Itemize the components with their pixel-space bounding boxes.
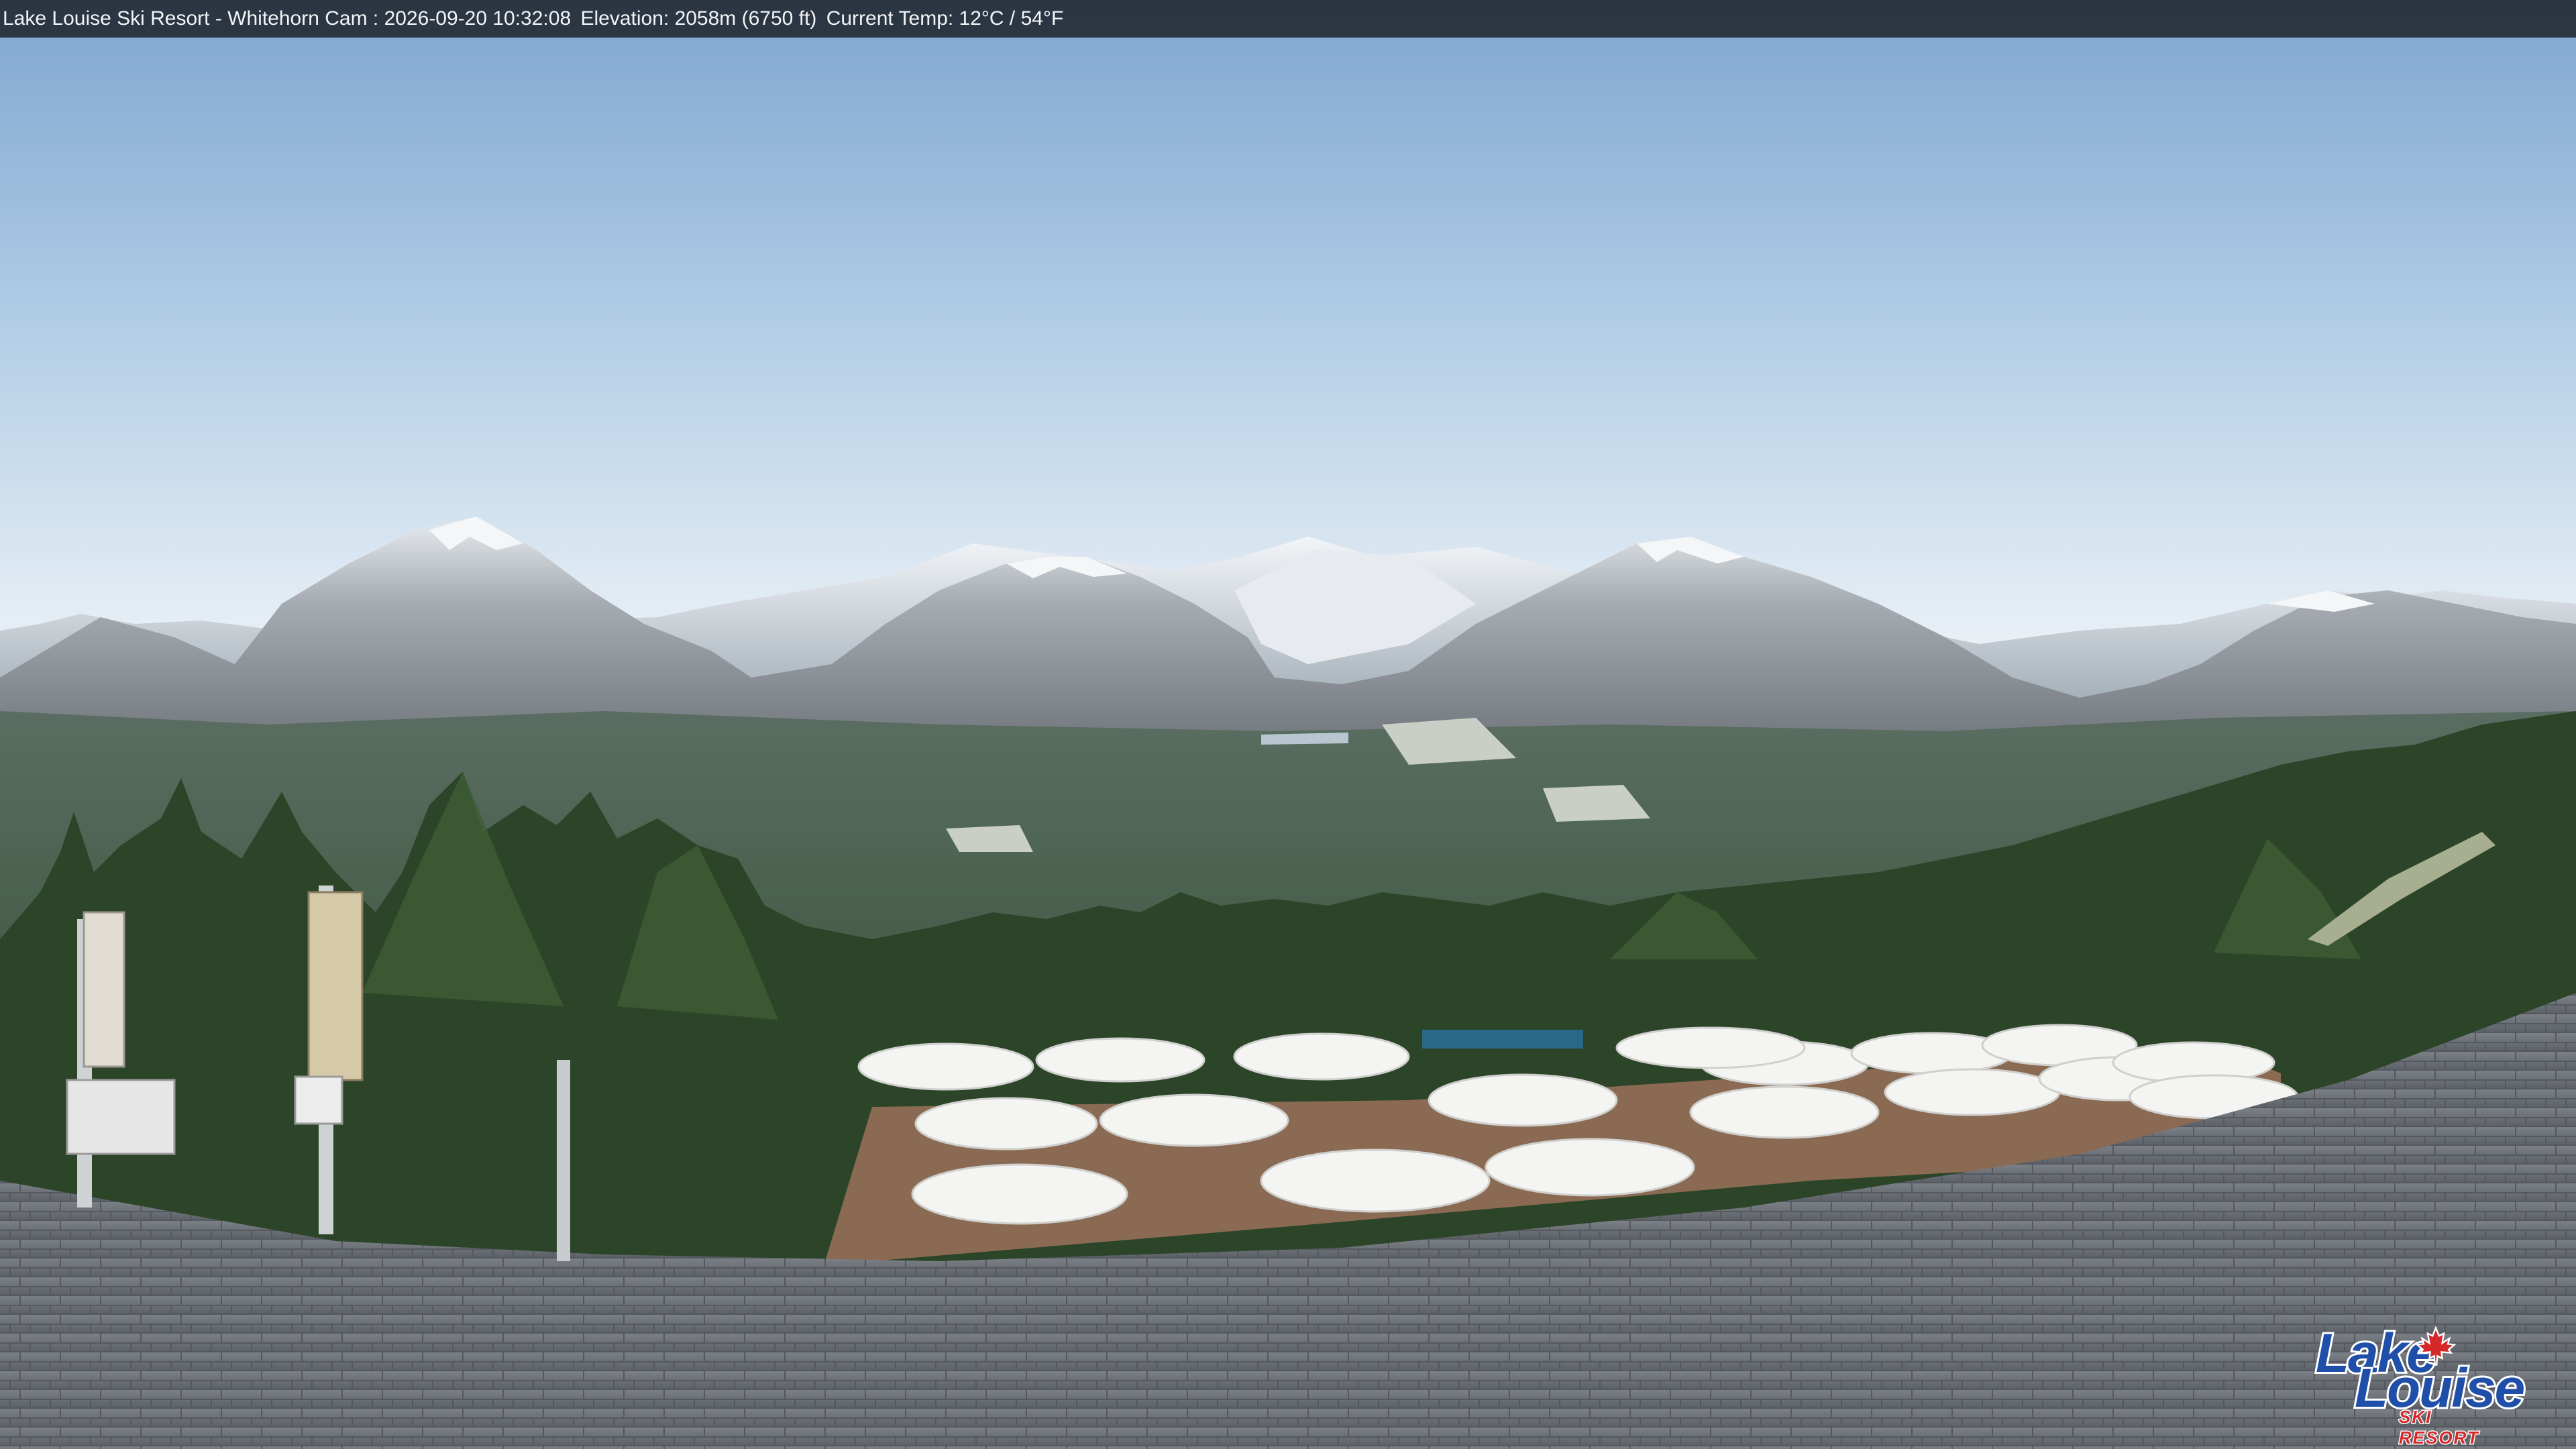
- webcam-scene: [0, 0, 2576, 1449]
- elevation-readout: Elevation: 2058m (6750 ft): [580, 7, 817, 30]
- lake: [1261, 733, 1348, 745]
- temperature-readout: Current Temp: 12°C / 54°F: [826, 7, 1064, 30]
- deck-sign: [1422, 1030, 1583, 1049]
- camera-info-bar: Lake Louise Ski Resort - Whitehorn Cam :…: [0, 0, 2576, 38]
- logo-tagline: SKI RESORT: [2398, 1406, 2479, 1449]
- lake-louise-logo: Lake Louise SKI RESORT: [2314, 1321, 2527, 1449]
- ski-run-clearing: [946, 825, 1033, 852]
- camera-title: Lake Louise Ski Resort - Whitehorn Cam :…: [3, 7, 572, 30]
- roof-pole: [557, 1060, 570, 1261]
